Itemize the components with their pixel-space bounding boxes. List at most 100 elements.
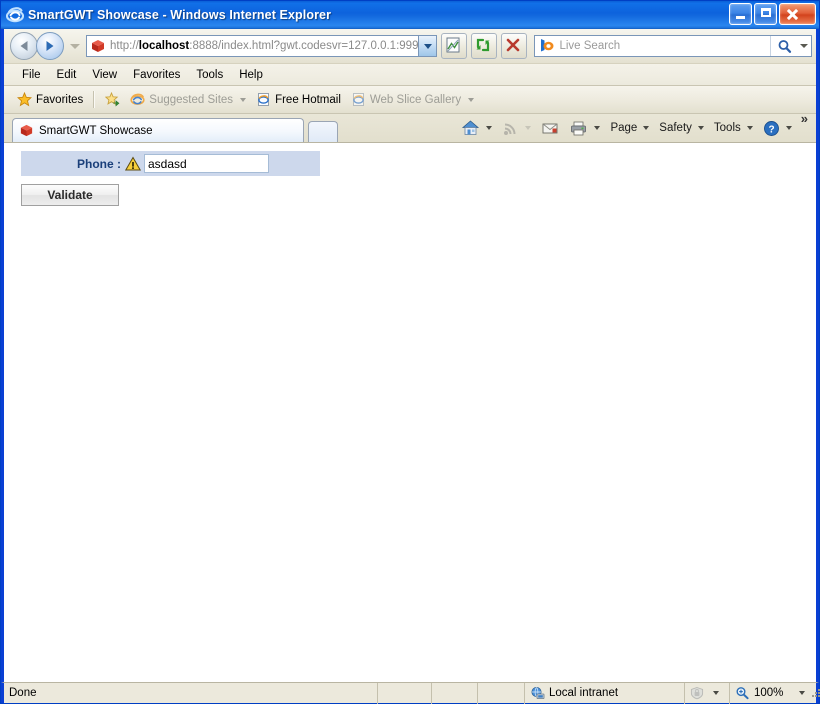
url-scheme: http:// — [110, 40, 139, 52]
intranet-globe-icon — [531, 687, 545, 699]
tab-smartgwt-showcase[interactable]: SmartGWT Showcase — [12, 118, 304, 142]
status-blank-cell-1 — [378, 682, 432, 704]
mail-icon — [542, 123, 558, 134]
validate-button[interactable]: Validate — [21, 184, 119, 206]
status-text-cell: Done — [4, 682, 378, 704]
command-bar: Page Safety Tools ? » — [457, 112, 816, 142]
chevron-down-icon[interactable] — [799, 691, 806, 695]
zoom-level-label: 100% — [754, 687, 784, 699]
tools-menu-button[interactable]: Tools — [710, 119, 757, 137]
feeds-icon — [504, 123, 516, 135]
bing-logo-icon — [538, 38, 555, 54]
close-button[interactable] — [779, 3, 816, 25]
chevron-down-icon[interactable] — [240, 97, 247, 102]
chevron-down-icon[interactable] — [594, 126, 601, 130]
mail-button[interactable] — [537, 117, 563, 139]
address-bar[interactable]: http://localhost:8888/index.html?gwt.cod… — [86, 35, 438, 57]
search-dropdown-button[interactable] — [797, 36, 811, 56]
browser-chrome: http://localhost:8888/index.html?gwt.cod… — [1, 29, 819, 682]
favorites-center-button[interactable]: Favorites — [12, 90, 88, 109]
favorites-item-web-slice-gallery[interactable]: Web Slice Gallery — [346, 90, 479, 109]
stop-button[interactable] — [501, 33, 528, 59]
print-icon — [571, 121, 587, 135]
favorites-item-label: Free Hotmail — [275, 93, 341, 106]
menu-item-file[interactable]: File — [14, 67, 49, 83]
command-bar-overflow-button[interactable]: » — [798, 112, 812, 132]
new-tab-button[interactable] — [308, 121, 338, 142]
chevron-down-icon[interactable] — [697, 126, 704, 130]
address-text[interactable]: http://localhost:8888/index.html?gwt.cod… — [110, 40, 418, 52]
search-go-button[interactable] — [770, 36, 797, 56]
search-placeholder: Live Search — [559, 40, 621, 52]
tab-bar: SmartGWT Showcase Page Safety Tools ? » — [4, 112, 816, 142]
title-bar: SmartGWT Showcase - Windows Internet Exp… — [1, 1, 819, 29]
svg-text:?: ? — [768, 124, 774, 135]
status-bar: Done Local intranet 100% — [1, 682, 820, 704]
favorites-item-suggested-sites[interactable]: Suggested Sites — [125, 90, 251, 109]
url-host: localhost — [138, 40, 190, 52]
phone-input[interactable] — [144, 154, 269, 173]
security-zone-label: Local intranet — [549, 687, 619, 699]
refresh-button[interactable] — [471, 33, 498, 59]
star-icon — [17, 92, 32, 107]
page-menu-label: Page — [610, 122, 638, 134]
add-star-icon — [105, 92, 120, 107]
smartgwt-cube-icon — [90, 38, 106, 54]
browser-window: SmartGWT Showcase - Windows Internet Exp… — [0, 0, 820, 704]
tab-title: SmartGWT Showcase — [39, 124, 153, 137]
recent-pages-button[interactable] — [68, 43, 81, 49]
menu-item-tools[interactable]: Tools — [188, 67, 231, 83]
menu-item-favorites[interactable]: Favorites — [125, 67, 188, 83]
favorites-item-label: Web Slice Gallery — [369, 93, 462, 106]
add-to-favorites-bar-button[interactable] — [100, 90, 125, 109]
help-button[interactable]: ? — [759, 117, 796, 140]
smartgwt-cube-icon — [20, 124, 33, 137]
tools-menu-label: Tools — [713, 122, 741, 134]
chevron-down-icon[interactable] — [468, 97, 475, 102]
chevron-down-icon[interactable] — [713, 691, 719, 695]
navigation-bar: http://localhost:8888/index.html?gwt.cod… — [4, 29, 816, 64]
warning-triangle-icon — [124, 155, 142, 172]
ie-page-icon — [258, 93, 270, 106]
resize-grip[interactable] — [809, 686, 820, 700]
status-text: Done — [9, 687, 37, 699]
chevron-down-icon[interactable] — [486, 126, 493, 130]
protected-mode-icon — [690, 687, 704, 700]
feeds-button[interactable] — [498, 117, 535, 140]
page-content: Phone : Validate — [4, 142, 816, 682]
home-button[interactable] — [457, 116, 496, 140]
address-dropdown-button[interactable] — [418, 36, 437, 56]
favorites-item-free-hotmail[interactable]: Free Hotmail — [251, 90, 346, 109]
home-icon — [462, 120, 480, 135]
zoom-magnifier-icon — [736, 687, 749, 700]
status-blank-cell-3 — [478, 682, 525, 704]
minimize-button[interactable] — [729, 3, 752, 25]
favorites-separator — [93, 91, 96, 108]
print-button[interactable] — [565, 117, 604, 140]
safety-menu-label: Safety — [659, 122, 692, 134]
chevron-down-icon[interactable] — [643, 126, 650, 130]
back-button[interactable] — [10, 32, 38, 60]
window-controls — [729, 3, 816, 25]
help-icon: ? — [763, 120, 779, 136]
ie-logo-icon — [5, 6, 25, 24]
chevron-down-icon[interactable] — [746, 126, 753, 130]
chevron-down-icon[interactable] — [785, 126, 792, 130]
security-zone-cell[interactable]: Local intranet — [525, 682, 685, 704]
menu-item-edit[interactable]: Edit — [49, 67, 85, 83]
search-box[interactable]: Live Search — [534, 35, 812, 57]
ie-page-icon — [130, 93, 145, 105]
menu-item-view[interactable]: View — [84, 67, 125, 83]
page-menu-button[interactable]: Page — [606, 119, 653, 137]
favorites-item-label: Suggested Sites — [149, 93, 234, 106]
zoom-cell[interactable]: 100% — [730, 683, 820, 704]
protected-mode-cell[interactable] — [685, 682, 730, 704]
menu-item-help[interactable]: Help — [231, 67, 271, 83]
url-rest: :8888/index.html?gwt.codesvr=127.0.0.1:9… — [189, 40, 419, 52]
compatibility-view-button[interactable] — [441, 33, 468, 59]
phone-label: Phone : — [77, 156, 121, 171]
maximize-button[interactable] — [754, 3, 777, 25]
safety-menu-button[interactable]: Safety — [655, 119, 708, 137]
forward-button[interactable] — [36, 32, 64, 60]
chevron-down-icon[interactable] — [525, 126, 532, 130]
